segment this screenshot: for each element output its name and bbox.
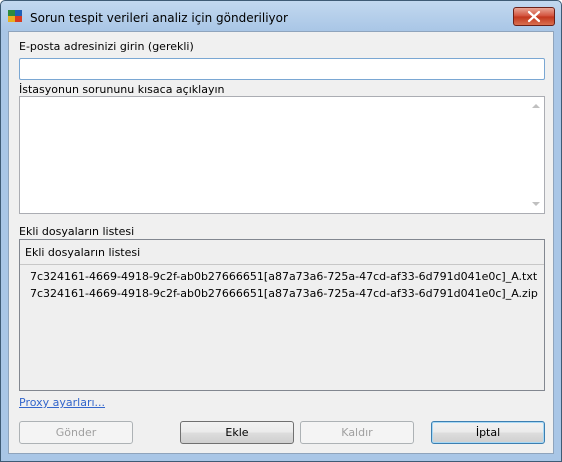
description-scrollbar[interactable] xyxy=(528,97,544,213)
list-item[interactable]: 7c324161-4669-4918-9c2f-ab0b27666651[a87… xyxy=(30,287,538,300)
avg-logo-icon xyxy=(8,10,22,22)
cancel-button[interactable]: İptal xyxy=(431,421,545,444)
dialog-body: E-posta adresinizi girin (gerekli) İstas… xyxy=(8,31,554,454)
scroll-down-icon[interactable] xyxy=(532,202,540,206)
remove-button[interactable]: Kaldır xyxy=(300,421,414,444)
dialog-window: Sorun tespit verileri analiz için gönder… xyxy=(0,0,562,462)
description-label: İstasyonun sorununu kısaca açıklayın xyxy=(19,83,225,96)
attachments-column-header[interactable]: Ekli dosyaların listesi xyxy=(20,240,544,265)
send-button[interactable]: Gönder xyxy=(19,421,133,444)
description-textarea[interactable] xyxy=(19,96,545,214)
add-button[interactable]: Ekle xyxy=(180,421,294,444)
attachments-list[interactable]: Ekli dosyaların listesi 7c324161-4669-49… xyxy=(19,239,545,391)
window-title: Sorun tespit verileri analiz için gönder… xyxy=(30,11,288,25)
title-bar[interactable]: Sorun tespit verileri analiz için gönder… xyxy=(1,1,561,31)
attachments-label: Ekli dosyaların listesi xyxy=(19,225,135,238)
email-label: E-posta adresinizi girin (gerekli) xyxy=(19,40,194,53)
email-field[interactable] xyxy=(19,58,545,80)
close-icon xyxy=(527,10,541,23)
list-item[interactable]: 7c324161-4669-4918-9c2f-ab0b27666651[a87… xyxy=(30,270,537,283)
close-button[interactable] xyxy=(513,7,555,26)
proxy-settings-link[interactable]: Proxy ayarları... xyxy=(19,396,105,409)
scroll-up-icon[interactable] xyxy=(532,104,540,108)
attachments-column-title: Ekli dosyaların listesi xyxy=(25,246,141,259)
